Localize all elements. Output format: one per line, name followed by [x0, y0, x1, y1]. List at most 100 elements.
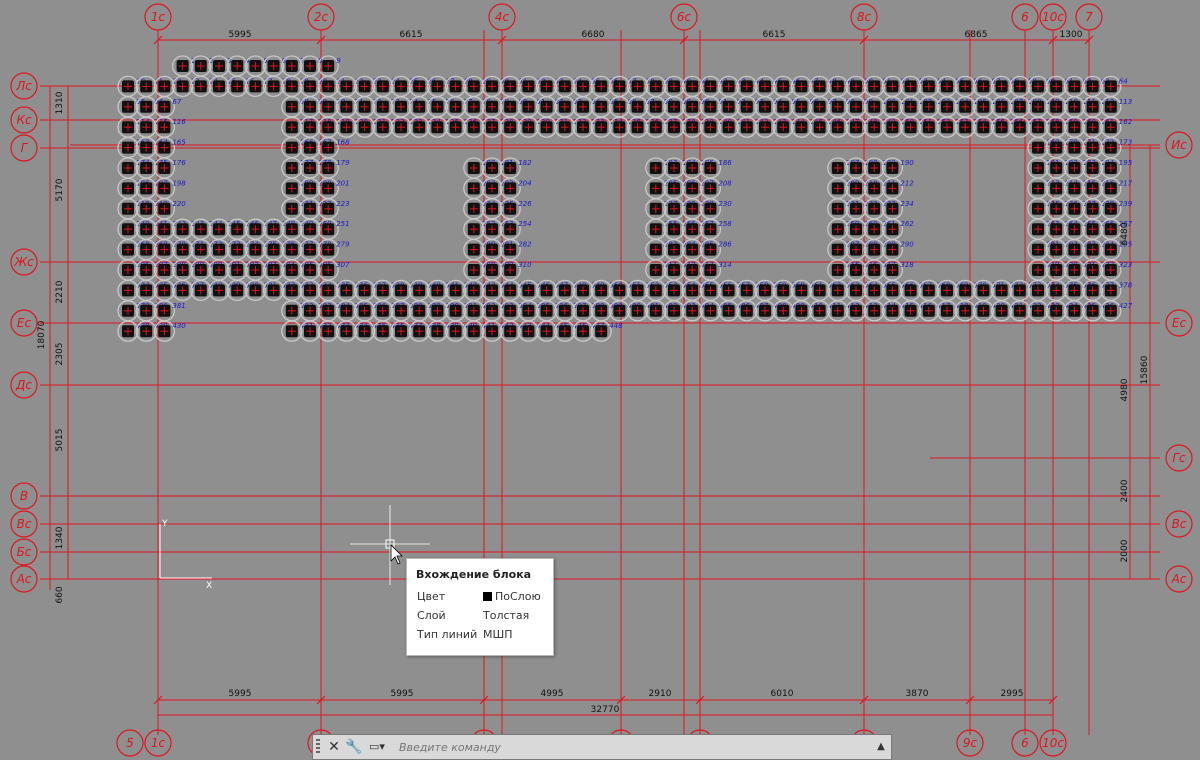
pile-number: 186 [718, 159, 732, 167]
pile-marker[interactable]: 7 [281, 55, 305, 77]
axis-bubble: Г [10, 134, 38, 162]
axis-bubble: Ас [1165, 565, 1193, 593]
svg-text:7: 7 [1085, 10, 1093, 24]
axis-bubble: Ес [1165, 309, 1193, 337]
dimension-label: 6865 [965, 30, 988, 40]
svg-text:Кс: Кс [16, 113, 32, 127]
dimension-label: 3870 [906, 689, 929, 699]
pile-number: 220 [172, 200, 186, 208]
svg-text:Жс: Жс [13, 255, 34, 269]
pile-number: 9 [336, 57, 341, 65]
axis-bubble: 6 [1011, 3, 1039, 31]
command-prompt-icon[interactable]: ▭▾ [369, 738, 393, 756]
pile-number: 113 [1119, 98, 1132, 106]
svg-text:8с: 8с [857, 10, 872, 24]
dimension-label: 1310 [55, 91, 65, 114]
axis-bubble: Ес [10, 309, 38, 337]
axis-bubble: Вс [10, 510, 38, 538]
pile-number: 381 [172, 302, 185, 310]
pile-number: 262 [900, 220, 914, 228]
svg-text:Ас: Ас [16, 572, 32, 586]
dimension-lines [49, 35, 1151, 716]
svg-text:Вс: Вс [1172, 517, 1187, 531]
svg-text:6с: 6с [677, 10, 692, 24]
axis-bubble: Жс [10, 248, 38, 276]
axis-bubble: 10с [1039, 3, 1067, 31]
command-line: ✕ 🔧 ▭▾ ▲ [312, 734, 892, 760]
svg-text:10с: 10с [1042, 10, 1064, 24]
pile-number: 430 [172, 322, 186, 330]
tooltip-key-layer: Слой [417, 609, 446, 622]
dimension-label: 18070 [37, 320, 47, 349]
pile-number: 234 [900, 200, 913, 208]
axis-bubble: 8с [850, 3, 878, 31]
tooltip-value-color: ПоСлою [483, 590, 541, 603]
svg-text:Вс: Вс [17, 517, 32, 531]
customize-wrench-icon[interactable]: 🔧 [345, 737, 363, 757]
close-icon[interactable]: ✕ [325, 737, 343, 757]
pile-number: 282 [518, 241, 532, 249]
pile-marker[interactable]: 9 [317, 55, 341, 77]
pile-number: 195 [1119, 159, 1133, 167]
axis-bubble: 6с [670, 3, 698, 31]
pile-number: 307 [336, 261, 350, 269]
pile-marker[interactable]: 8 [299, 55, 323, 77]
pile-marker[interactable]: 6 [262, 55, 287, 77]
grip-icon[interactable] [316, 739, 320, 755]
pile-marker[interactable]: 4 [226, 55, 250, 77]
svg-text:2с: 2с [314, 10, 329, 24]
pile-number: 165 [172, 139, 186, 147]
svg-text:1с: 1с [151, 10, 166, 24]
pile-marker[interactable]: 1 [171, 55, 195, 77]
dimension-label: 4995 [541, 689, 564, 699]
pile-number: 176 [172, 159, 186, 167]
pile-marker[interactable]: 5 [244, 55, 268, 77]
pile-number: 116 [172, 118, 186, 126]
axis-bubble: 7 [1075, 3, 1103, 31]
pile-number: 254 [518, 220, 531, 228]
dimension-label: 5995 [229, 30, 252, 40]
axis-bubble: 4с [488, 3, 516, 31]
dimension-label: 1340 [55, 526, 65, 549]
axis-bubble: 1с [144, 3, 172, 31]
axis-bubble: Ис [1165, 131, 1193, 159]
pile-number: 230 [718, 200, 732, 208]
pile-marker[interactable]: 2 [190, 55, 214, 77]
pile-number: 204 [518, 179, 531, 187]
drawing-canvas[interactable]: 1 2 3 4 5 6 7 8 910 11 12 13 14 15 16 17 18 19 20 21 22 23 24 2… [0, 0, 1200, 760]
svg-text:6: 6 [1021, 10, 1029, 24]
axis-bubble: Кс [10, 106, 38, 134]
dimension-label: 5995 [229, 689, 252, 699]
color-swatch-icon [483, 592, 492, 601]
dimension-label: 6615 [400, 30, 423, 40]
axis-bubble: 2с [307, 3, 335, 31]
pile-marker[interactable]: 3 [208, 55, 231, 77]
tooltip-key-linetype: Тип линий [417, 628, 478, 641]
pile-number: 378 [1119, 281, 1133, 289]
axis-bubble: 5 [116, 729, 144, 757]
ucs-icon: Y X [159, 519, 212, 591]
pile-number: 179 [336, 159, 350, 167]
pile-markers[interactable]: 1 2 3 4 5 6 7 8 910 11 12 13 14 15 16 17 18 19 20 21 22 23 24 2… [117, 55, 1133, 342]
pile-number: 190 [900, 159, 914, 167]
block-reference-tooltip: Вхождение блока Цвет ПоСлою Слой Толстая… [406, 558, 554, 656]
pile-number: 173 [1119, 139, 1132, 147]
command-input[interactable] [397, 738, 871, 756]
dimension-label: 2305 [55, 343, 65, 366]
svg-text:9с: 9с [963, 736, 978, 750]
scroll-up-icon[interactable]: ▲ [874, 737, 888, 757]
dimension-label: 4980 [1120, 378, 1130, 401]
svg-text:Ес: Ес [1172, 316, 1187, 330]
pile-number: 168 [336, 139, 350, 147]
pile-number: 258 [718, 220, 732, 228]
dimension-label: 2910 [649, 689, 672, 699]
dimension-label: 6010 [771, 689, 794, 699]
svg-text:5: 5 [126, 736, 134, 750]
dimension-label: 6680 [582, 30, 605, 40]
dimension-label: 6480 [1120, 222, 1130, 245]
tooltip-key-color: Цвет [417, 590, 446, 603]
svg-text:6: 6 [1021, 736, 1029, 750]
pile-number: 226 [518, 200, 532, 208]
svg-text:10с: 10с [1042, 736, 1064, 750]
pile-number: 318 [900, 261, 914, 269]
